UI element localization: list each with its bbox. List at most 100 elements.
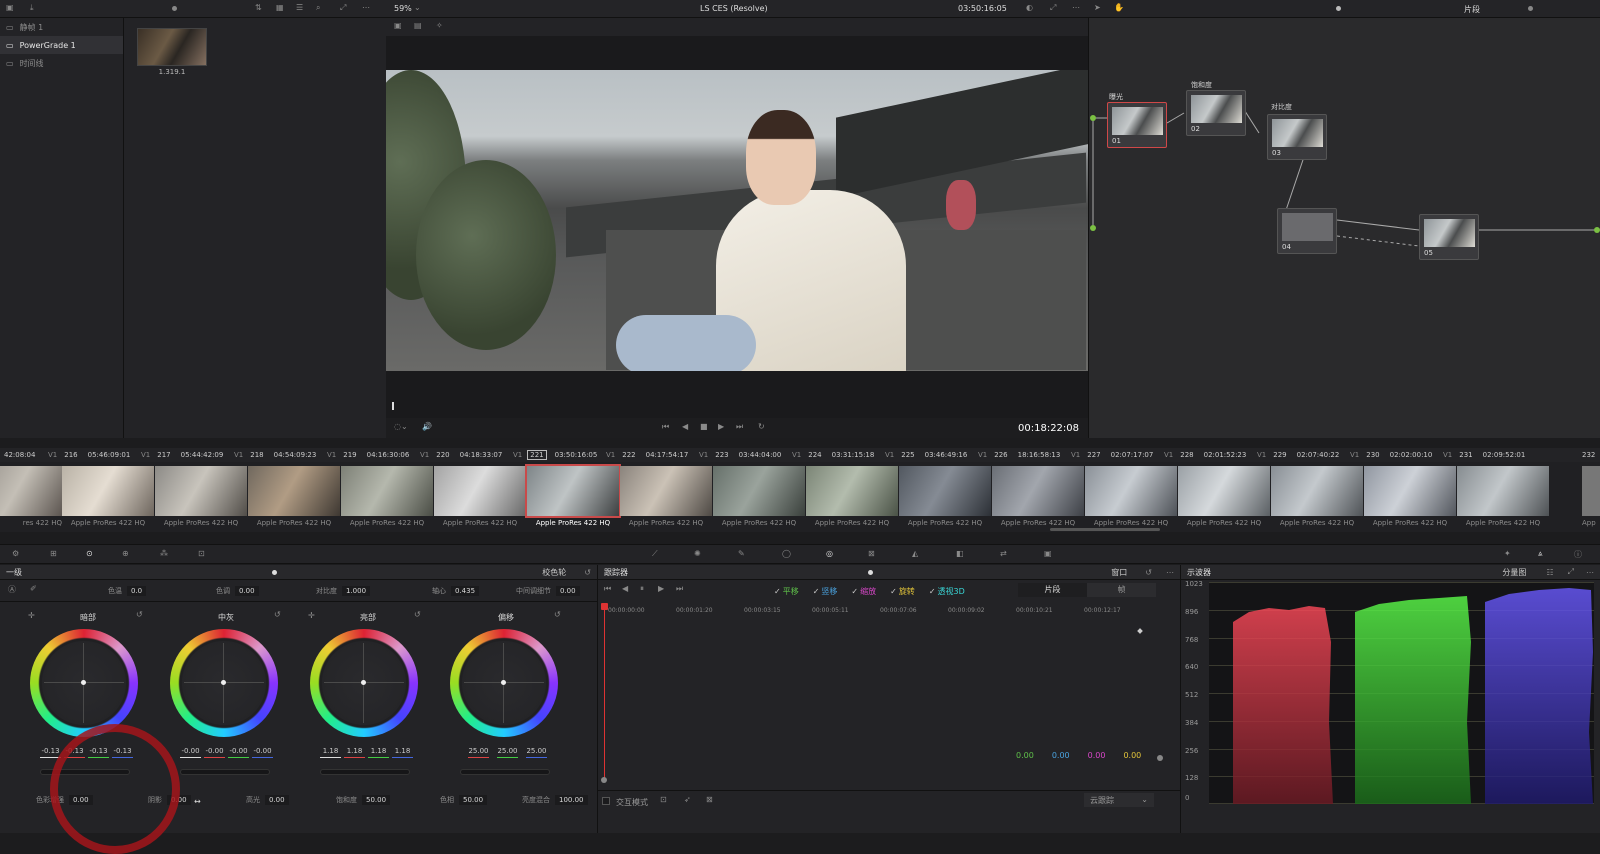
pause-icon[interactable]: ⏸ — [640, 584, 644, 594]
album-item-stills[interactable]: ▭ 静帧 1 — [0, 18, 123, 36]
clip-thumbnail[interactable]: Apple ProRes 422 HQ — [1178, 466, 1270, 528]
clip-thumbnail[interactable]: Apple ProRes 422 HQ — [62, 466, 154, 528]
clip-thumbnail[interactable]: Apple ProRes 422 HQ — [1364, 466, 1456, 528]
input-connector[interactable] — [1090, 225, 1096, 231]
clip-thumbnail[interactable]: res 422 HQ — [0, 466, 62, 528]
clip-thumbnail[interactable]: Apple ProRes 422 HQ — [1085, 466, 1177, 528]
page-dot[interactable] — [868, 569, 873, 575]
reset-icon[interactable]: ↺ — [554, 610, 561, 619]
more-icon[interactable]: ⋯ — [1072, 3, 1080, 12]
sort-icon[interactable]: ⇅ — [255, 3, 262, 12]
play-icon[interactable]: ▶ — [718, 422, 724, 431]
drag-handle[interactable] — [1528, 6, 1533, 11]
node-05[interactable]: 05 — [1419, 214, 1479, 260]
loop-icon[interactable]: ↻ — [758, 422, 765, 431]
magic-mask-icon[interactable]: ⊠ — [868, 549, 875, 558]
curves-icon[interactable]: ⟋ — [652, 549, 658, 559]
tracker-option-checkbox[interactable]: ✓ 透视3D — [929, 586, 965, 597]
clip-thumbnail[interactable]: Apple ProRes 422 HQ — [806, 466, 898, 528]
gain-wheel[interactable] — [310, 629, 418, 737]
album-item-timeline[interactable]: ▭ 时间线 — [0, 54, 123, 72]
tracker-option-checkbox[interactable]: ✓ 旋转 — [890, 586, 915, 597]
insert-point-icon[interactable]: ⊡ — [660, 795, 667, 804]
interactive-mode-checkbox[interactable] — [602, 797, 610, 805]
tracker-mode-select[interactable]: 窗口 — [1111, 567, 1127, 578]
clip-thumbnail[interactable]: Apple ProRes 422 HQ — [992, 466, 1084, 528]
track-reverse-start-icon[interactable]: ⏮ — [604, 584, 611, 594]
clip-thumbnail[interactable]: Apple ProRes 422 HQ — [1271, 466, 1363, 528]
drag-handle[interactable] — [172, 6, 177, 11]
clip-thumbnail[interactable]: Apple ProRes 422 HQ — [434, 466, 526, 528]
tracker-option-checkbox[interactable]: ✓ 缩放 — [851, 586, 876, 597]
search-icon[interactable]: ⌕ — [316, 3, 320, 13]
project-title[interactable]: LS CES (Resolve) — [700, 4, 768, 13]
delete-point-icon[interactable]: ⊠ — [706, 795, 713, 804]
tracker-playhead-handle[interactable] — [601, 603, 608, 610]
play-reverse-icon[interactable]: ◀ — [682, 422, 688, 431]
blur-icon[interactable]: ◭ — [912, 549, 918, 558]
frame-mode-button[interactable]: 帧 — [1087, 583, 1156, 597]
tracker-icon[interactable]: ◎ — [826, 549, 833, 558]
motion-effects-icon[interactable]: ⊡ — [198, 549, 205, 558]
page-dot[interactable] — [272, 569, 277, 575]
expand-icon[interactable]: ⤢ — [1568, 567, 1574, 577]
grid-view-icon[interactable]: ▦ — [276, 3, 284, 12]
tracker-option-checkbox[interactable]: ✓ 平移 — [774, 586, 799, 597]
camera-raw-icon[interactable]: ⚙ — [12, 549, 19, 558]
stop-icon[interactable]: ■ — [700, 422, 708, 431]
skip-forward-icon[interactable]: ⏭ — [736, 422, 743, 432]
track-forward-icon[interactable]: ▶ — [658, 584, 664, 593]
viewer-image[interactable] — [386, 70, 1088, 371]
qualifier-icon[interactable]: ✎ — [738, 549, 745, 558]
key-icon[interactable]: ◧ — [956, 549, 964, 558]
gamma-master-slider[interactable] — [180, 769, 270, 775]
clip-thumbnail[interactable]: Apple ProRes 422 HQ — [248, 466, 340, 528]
output-connector[interactable] — [1594, 227, 1600, 233]
offset-master-slider[interactable] — [460, 769, 550, 775]
gain-master-slider[interactable] — [320, 769, 410, 775]
chevron-down-icon[interactable]: ⌄ — [414, 3, 421, 12]
clip-thumbnail[interactable]: Apple ProRes 422 HQ — [525, 464, 621, 528]
cloud-tracker-select[interactable]: 云跟踪 ⌄ — [1084, 793, 1154, 807]
skip-back-icon[interactable]: ⏮ — [662, 422, 669, 432]
node-01[interactable]: 01 — [1107, 102, 1167, 148]
more-icon[interactable]: ⋯ — [1166, 568, 1174, 577]
speaker-icon[interactable]: 🔊 — [422, 422, 432, 431]
lightbox-icon[interactable]: ✦ — [1504, 549, 1511, 558]
lift-wheel[interactable] — [30, 629, 138, 737]
clip-thumbnail[interactable]: Apple ProRes 422 HQ — [899, 466, 991, 528]
keyframe[interactable] — [1137, 628, 1143, 634]
scroll-dot[interactable] — [601, 777, 607, 783]
pointer-icon[interactable]: ➶ — [684, 795, 691, 804]
clip-thumbnail[interactable]: Apple ProRes 422 HQ — [155, 466, 247, 528]
3d-icon[interactable]: ▣ — [1044, 549, 1052, 558]
node-mode-select[interactable]: 片段 — [1464, 4, 1480, 15]
hdr-icon[interactable]: ⊕ — [122, 549, 129, 558]
crosshair-icon[interactable]: ✛ — [28, 611, 35, 620]
tracker-playhead[interactable] — [604, 605, 605, 781]
tint-field[interactable]: 色调 0.00 — [216, 586, 259, 596]
node-04[interactable]: 04 — [1277, 208, 1337, 254]
split-screen-icon[interactable]: ▤ — [414, 21, 422, 30]
reset-icon[interactable]: ↺ — [274, 610, 281, 619]
playhead[interactable] — [392, 402, 394, 410]
color-wheels-icon[interactable]: ⊙ — [86, 549, 93, 558]
still-thumbnail[interactable] — [137, 28, 207, 66]
reset-icon[interactable]: ↺ — [414, 610, 421, 619]
image-wipe-icon[interactable]: ▣ — [394, 21, 402, 30]
reset-icon[interactable]: ↺ — [136, 610, 143, 619]
lum-mix-field[interactable]: 亮度混合 100.00 — [522, 795, 588, 805]
info-icon[interactable]: ⓘ — [1574, 549, 1582, 560]
offset-wheel[interactable] — [450, 629, 558, 737]
node-03[interactable]: 03 — [1267, 114, 1327, 160]
track-reverse-icon[interactable]: ◀ — [622, 584, 628, 593]
clip-thumbnail[interactable]: App — [1582, 466, 1600, 528]
color-picker-icon[interactable]: ◐ — [1026, 3, 1033, 12]
clip-mode-button[interactable]: 片段 — [1018, 583, 1087, 597]
album-item-powergrade[interactable]: ▭ PowerGrade 1 — [0, 36, 123, 54]
auto-balance-icon[interactable]: Ⓐ — [8, 584, 16, 595]
list-view-icon[interactable]: ☰ — [296, 3, 303, 12]
clip-thumbnail[interactable]: Apple ProRes 422 HQ — [1457, 466, 1549, 528]
clip-scrollbar[interactable] — [1050, 528, 1160, 531]
download-icon[interactable]: ⤓ — [30, 3, 34, 13]
